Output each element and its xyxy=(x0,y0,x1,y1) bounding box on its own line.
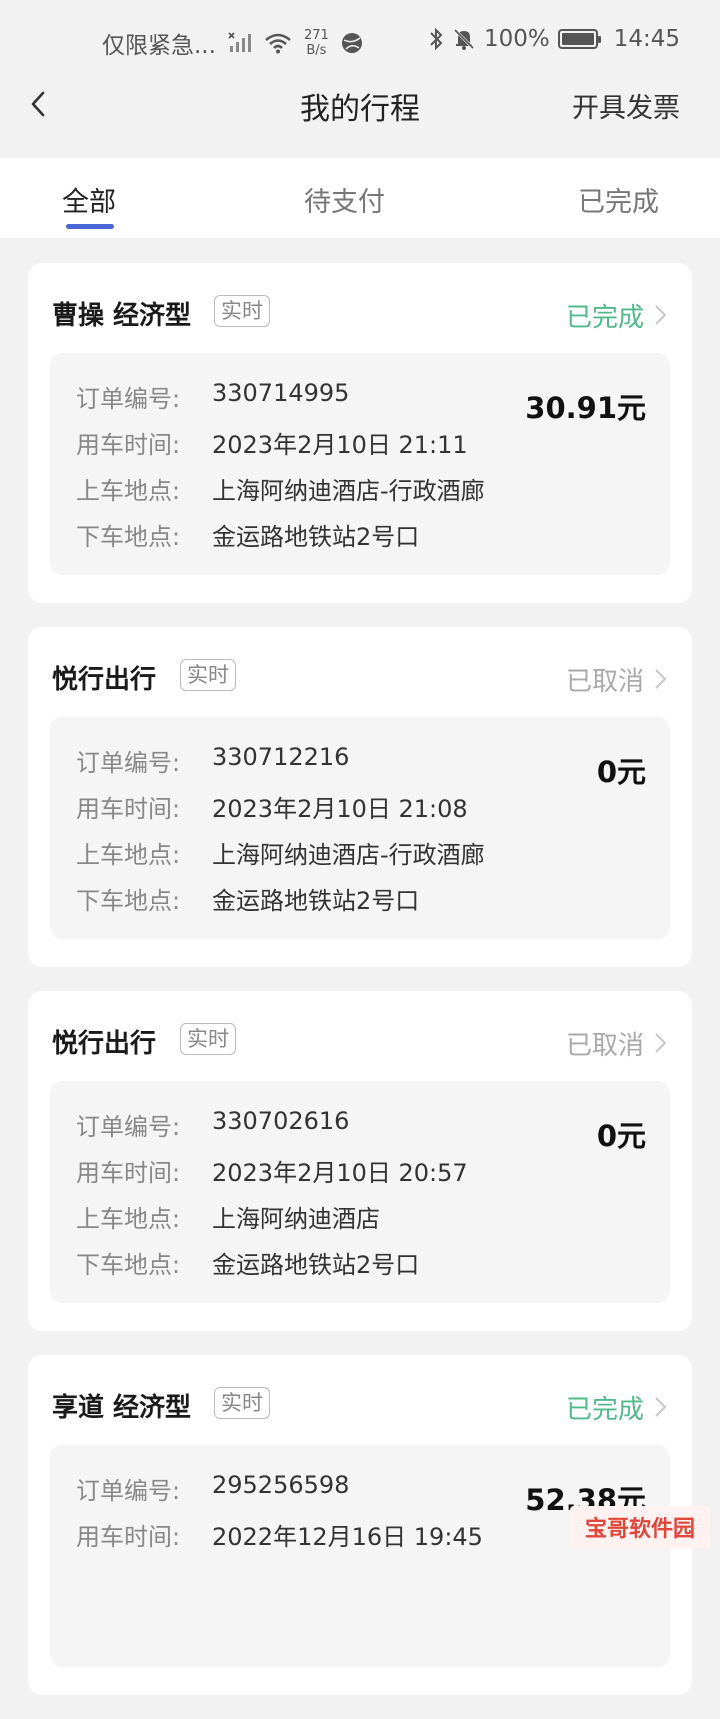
trip-card[interactable]: 悦行出行 实时 已取消 订单编号: 330702616 用车时间: 2023年2… xyxy=(28,991,692,1331)
ride-time-label: 用车时间: xyxy=(76,1153,212,1188)
chevron-right-icon xyxy=(650,1031,672,1055)
pickup-label: 上车地点: xyxy=(76,1199,212,1234)
pickup-location: 上海阿纳迪酒店-行政酒廊 xyxy=(212,835,485,870)
chevron-right-icon xyxy=(650,667,672,691)
provider-name: 悦行出行 xyxy=(52,1023,156,1060)
trip-detail: 订单编号: 330714995 用车时间: 2023年2月10日 21:11 上… xyxy=(50,353,670,575)
net-speed: 271 B/s xyxy=(304,28,329,58)
ride-time-row: 用车时间: 2023年2月10日 21:11 xyxy=(76,425,468,460)
provider-name: 悦行出行 xyxy=(52,659,156,696)
trip-status: 已取消 xyxy=(566,1025,644,1062)
watermark-logo: 宝哥软件园 xyxy=(570,1506,710,1548)
order-number: 330702616 xyxy=(212,1107,349,1142)
trip-list: 曹操 经济型 实时 已完成 订单编号: 330714995 用车时间: 2023… xyxy=(28,263,692,1719)
realtime-tag: 实时 xyxy=(214,1387,270,1419)
trip-detail: 订单编号: 295256598 用车时间: 2022年12月16日 19:45 … xyxy=(50,1445,670,1667)
ball-icon xyxy=(341,32,363,54)
realtime-tag: 实时 xyxy=(180,1023,236,1055)
chevron-left-icon xyxy=(28,90,48,118)
order-number-label: 订单编号: xyxy=(76,743,212,778)
ride-time-row: 用车时间: 2023年2月10日 21:08 xyxy=(76,789,468,824)
signal-off-icon xyxy=(228,32,252,54)
chevron-right-icon xyxy=(650,303,672,327)
trip-status: 已取消 xyxy=(566,661,644,698)
ride-time-label: 用车时间: xyxy=(76,789,212,824)
realtime-tag: 实时 xyxy=(180,659,236,691)
order-number-row: 订单编号: 330712216 xyxy=(76,743,349,778)
ride-time-label: 用车时间: xyxy=(76,425,212,460)
clock: 14:45 xyxy=(614,26,680,52)
navigation-bar: 我的行程 开具发票 xyxy=(0,70,720,140)
trip-card-header: 享道 经济型 实时 已完成 xyxy=(52,1387,672,1427)
dropoff-label: 下车地点: xyxy=(76,1245,212,1280)
pickup-location: 上海阿纳迪酒店-行政酒廊 xyxy=(212,471,485,506)
order-number: 295256598 xyxy=(212,1471,349,1506)
pickup-row: 上车地点: 上海阿纳迪酒店-行政酒廊 xyxy=(76,835,485,870)
trip-detail: 订单编号: 330712216 用车时间: 2023年2月10日 21:08 上… xyxy=(50,717,670,939)
wifi-icon xyxy=(264,32,292,54)
order-number-row: 订单编号: 330714995 xyxy=(76,379,349,414)
dropoff-location: 金运路地铁站2号口 xyxy=(212,881,419,916)
trip-card-header: 曹操 经济型 实时 已完成 xyxy=(52,295,672,335)
order-number: 330714995 xyxy=(212,379,349,414)
provider-name: 享道 经济型 xyxy=(52,1387,191,1424)
carrier-text: 仅限紧急... xyxy=(102,26,216,60)
net-speed-unit: B/s xyxy=(304,43,329,58)
order-number: 330712216 xyxy=(212,743,349,778)
dropoff-label: 下车地点: xyxy=(76,517,212,552)
issue-invoice-button[interactable]: 开具发票 xyxy=(572,86,680,125)
realtime-tag: 实时 xyxy=(214,295,270,327)
provider-name: 曹操 经济型 xyxy=(52,295,191,332)
pickup-row: 上车地点: 上海阿纳迪酒店-行政酒廊 xyxy=(76,471,485,506)
ride-time: 2023年2月10日 21:11 xyxy=(212,425,468,460)
trip-price: 0元 xyxy=(597,749,646,791)
chevron-right-icon xyxy=(650,1395,672,1419)
dropoff-row: 下车地点: 金运路地铁站2号口 xyxy=(76,517,419,552)
trip-price: 30.91元 xyxy=(525,385,646,427)
trip-status: 已完成 xyxy=(566,297,644,334)
trip-card[interactable]: 曹操 经济型 实时 已完成 订单编号: 330714995 用车时间: 2023… xyxy=(28,263,692,603)
ride-time: 2022年12月16日 19:45 xyxy=(212,1517,483,1552)
trip-card-header: 悦行出行 实时 已取消 xyxy=(52,1023,672,1063)
ride-time-row: 用车时间: 2022年12月16日 19:45 xyxy=(76,1517,483,1552)
trip-card[interactable]: 悦行出行 实时 已取消 订单编号: 330712216 用车时间: 2023年2… xyxy=(28,627,692,967)
order-number-label: 订单编号: xyxy=(76,379,212,414)
dropoff-label: 下车地点: xyxy=(76,881,212,916)
dropoff-location: 金运路地铁站2号口 xyxy=(212,1245,419,1280)
dropoff-row: 下车地点: 金运路地铁站2号口 xyxy=(76,881,419,916)
tab-bar: 全部 待支付 已完成 xyxy=(0,158,720,238)
status-left: 仅限紧急... 271 B/s xyxy=(102,26,363,60)
ride-time: 2023年2月10日 21:08 xyxy=(212,789,468,824)
order-number-label: 订单编号: xyxy=(76,1471,212,1506)
tab-pending-payment[interactable]: 待支付 xyxy=(304,180,385,219)
tab-all[interactable]: 全部 xyxy=(62,180,116,219)
trip-price: 0元 xyxy=(597,1113,646,1155)
status-right: 100% 14:45 xyxy=(428,26,680,52)
bluetooth-icon xyxy=(428,27,444,51)
trip-detail: 订单编号: 330702616 用车时间: 2023年2月10日 20:57 上… xyxy=(50,1081,670,1303)
order-number-row: 订单编号: 330702616 xyxy=(76,1107,349,1142)
ride-time: 2023年2月10日 20:57 xyxy=(212,1153,468,1188)
tab-completed[interactable]: 已完成 xyxy=(578,180,659,219)
dropoff-location: 金运路地铁站2号口 xyxy=(212,517,419,552)
tab-active-indicator xyxy=(66,224,114,229)
ride-time-row: 用车时间: 2023年2月10日 20:57 xyxy=(76,1153,468,1188)
back-button[interactable] xyxy=(18,84,58,124)
mute-icon xyxy=(452,27,476,51)
pickup-row: 上车地点: 上海阿纳迪酒店 xyxy=(76,1199,380,1234)
order-number-label: 订单编号: xyxy=(76,1107,212,1142)
trip-status: 已完成 xyxy=(566,1389,644,1426)
pickup-location: 上海阿纳迪酒店 xyxy=(212,1199,380,1234)
pickup-label: 上车地点: xyxy=(76,835,212,870)
ride-time-label: 用车时间: xyxy=(76,1517,212,1552)
pickup-label: 上车地点: xyxy=(76,471,212,506)
net-speed-value: 271 xyxy=(304,28,329,43)
battery-icon xyxy=(558,29,598,49)
trip-card-header: 悦行出行 实时 已取消 xyxy=(52,659,672,699)
dropoff-row: 下车地点: 金运路地铁站2号口 xyxy=(76,1245,419,1280)
battery-percent: 100% xyxy=(484,26,550,52)
order-number-row: 订单编号: 295256598 xyxy=(76,1471,349,1506)
